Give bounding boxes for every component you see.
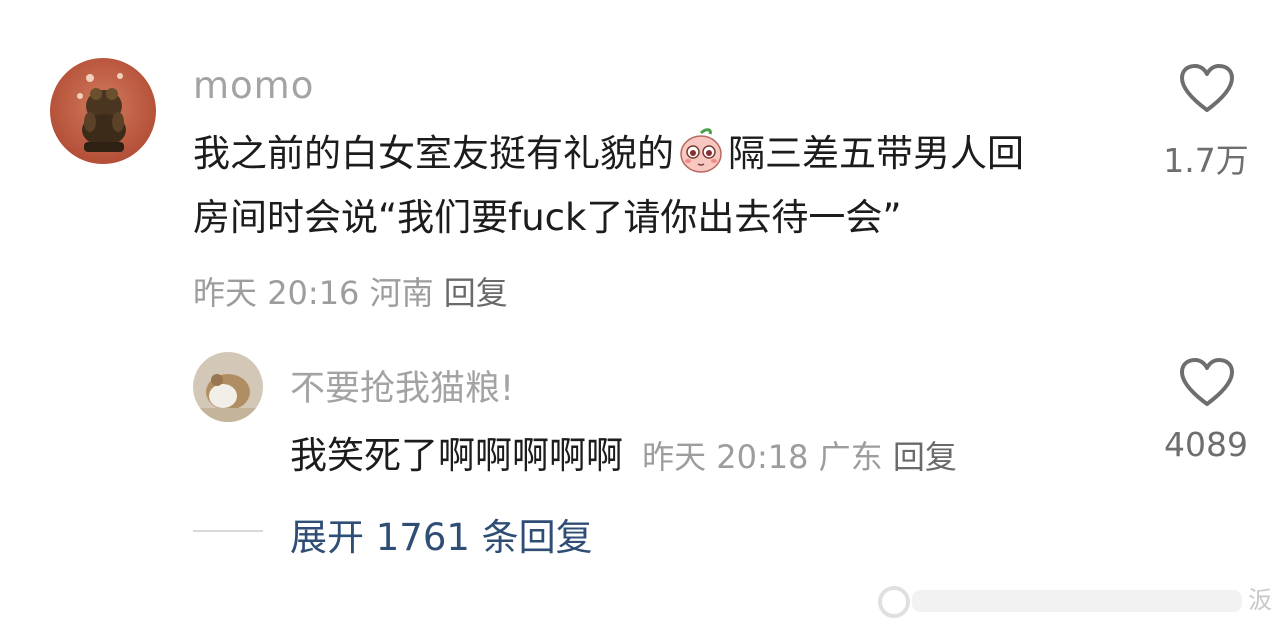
reply-text: 我笑死了啊啊啊啊啊 — [290, 434, 623, 477]
expand-divider — [193, 530, 263, 532]
comment-like-count: 1.7万 — [1163, 141, 1249, 180]
reply-text-line: 我笑死了啊啊啊啊啊 昨天 20:18 广东 回复 — [290, 425, 957, 479]
reply-meta: 昨天 20:18 广东 回复 — [642, 438, 957, 476]
reply-username[interactable]: 不要抢我猫粮! — [290, 360, 514, 411]
comment-text-line1: 我之前的白女室友挺有礼貌的 隔三差五带男人回 — [193, 126, 1024, 182]
reply-date: 昨天 — [642, 438, 707, 476]
like-heart-icon[interactable] — [1180, 64, 1234, 114]
comment-location: 河南 — [369, 274, 434, 312]
comment-text-part2: 隔三差五带男人回 — [728, 132, 1024, 175]
reply-reply-button[interactable]: 回复 — [893, 438, 957, 476]
watermark: 汳 — [878, 586, 1272, 618]
comment-date: 昨天 — [193, 274, 258, 312]
comment-text-part1: 我之前的白女室友挺有礼貌的 — [193, 132, 674, 175]
comment-text-line2: 房间时会说“我们要fuck了请你出去待一会” — [193, 196, 902, 239]
avatar[interactable] — [50, 58, 156, 164]
expand-replies-button[interactable]: 展开 1761 条回复 — [290, 507, 593, 561]
reply-like-heart-icon[interactable] — [1180, 358, 1234, 408]
comment-username[interactable]: momo — [193, 64, 314, 107]
reply-avatar[interactable] — [193, 352, 263, 422]
comment-time: 20:16 — [267, 274, 360, 312]
comment-reply-button[interactable]: 回复 — [444, 274, 508, 312]
reply-location: 广东 — [818, 438, 883, 476]
watermark-char: 汳 — [1248, 586, 1272, 614]
reply-time: 20:18 — [716, 438, 809, 476]
avatar-image — [50, 58, 156, 164]
peach-face-emoji-icon — [680, 128, 722, 173]
avatar-image — [193, 352, 263, 422]
reply-like-count: 4089 — [1164, 425, 1248, 464]
comment-meta: 昨天 20:16 河南 回复 — [193, 268, 508, 314]
